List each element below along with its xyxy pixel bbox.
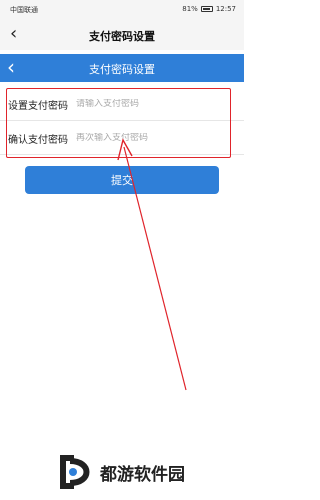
submit-button[interactable]: 提交 — [25, 166, 219, 194]
page-title: 支付密码设置 — [89, 30, 155, 43]
watermark-text: 都游软件园 — [100, 464, 185, 485]
blue-header-bar: ‹ 支付密码设置 — [0, 54, 244, 82]
status-right: 81% 12:57 — [182, 5, 236, 13]
blue-header-title: 支付密码设置 — [89, 63, 155, 76]
set-password-row: 设置支付密码 — [0, 88, 244, 121]
clock: 12:57 — [215, 5, 236, 13]
confirm-password-label: 确认支付密码 — [8, 134, 68, 146]
confirm-password-input[interactable] — [76, 133, 226, 143]
password-form: 设置支付密码 确认支付密码 — [0, 86, 244, 156]
battery-percent: 81% — [182, 5, 198, 13]
battery-icon — [200, 6, 213, 12]
set-password-input[interactable] — [76, 99, 226, 109]
app-top-bar: ‹ 支付密码设置 — [0, 20, 244, 50]
set-password-label: 设置支付密码 — [8, 100, 68, 112]
watermark: 都游软件园 — [60, 455, 185, 489]
carrier-name: 中国联通 — [10, 6, 38, 14]
watermark-logo-icon — [60, 455, 90, 489]
status-bar: 中国联通 81% 12:57 — [0, 0, 244, 20]
confirm-password-row: 确认支付密码 — [0, 122, 244, 155]
